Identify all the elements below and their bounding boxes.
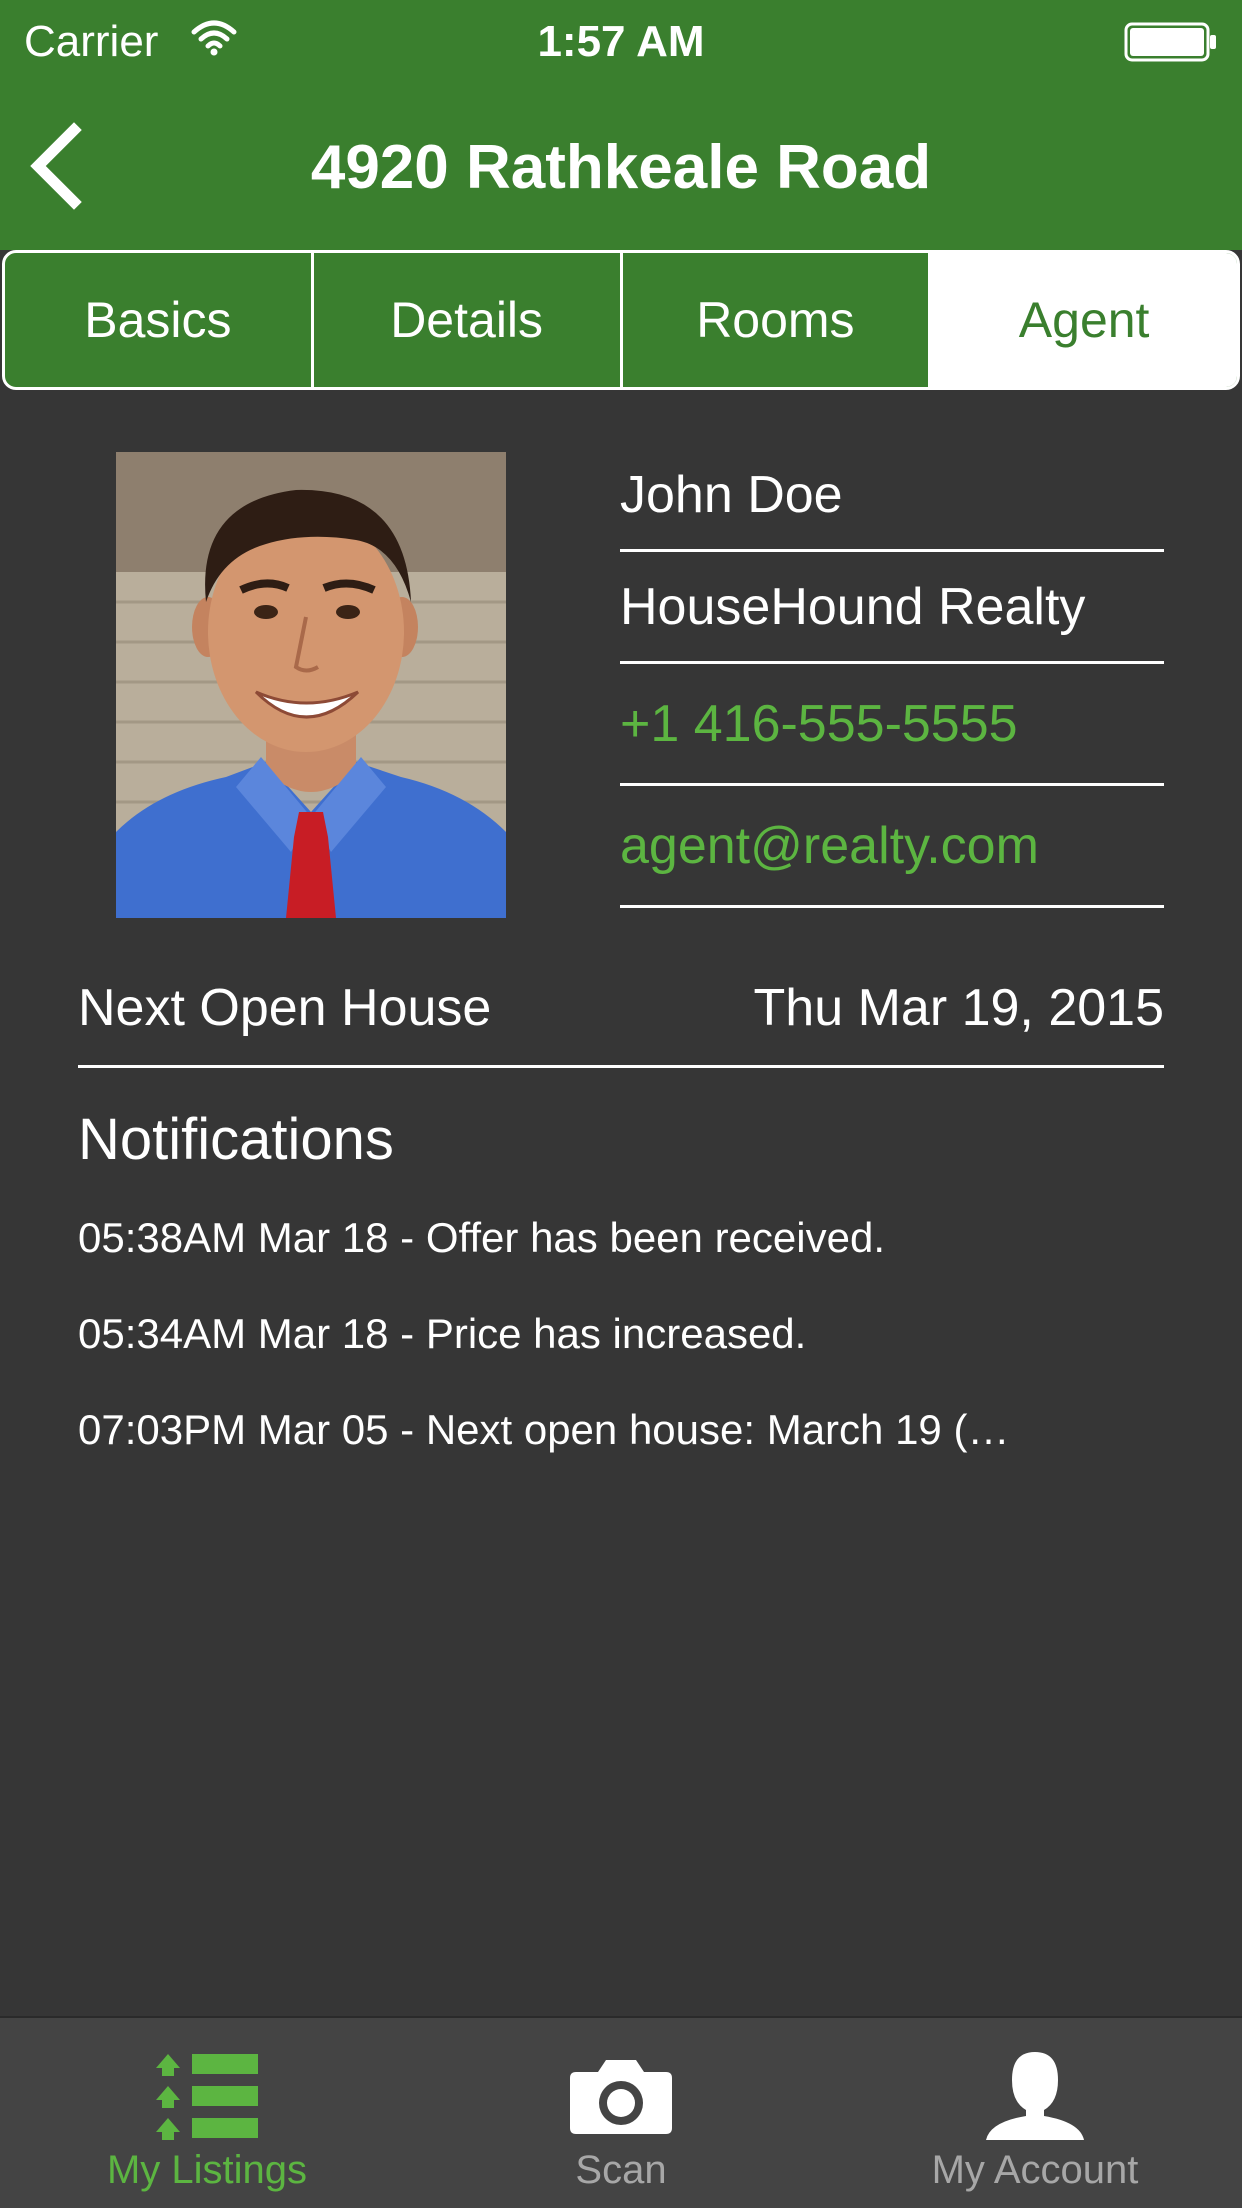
- notifications-list: 05:38AM Mar 18 - Offer has been received…: [78, 1210, 1164, 1498]
- segmented-control: Basics Details Rooms Agent: [2, 250, 1240, 390]
- tab-agent[interactable]: Agent: [931, 253, 1237, 387]
- tab-my-listings[interactable]: My Listings: [0, 2018, 414, 2208]
- open-house-date: Thu Mar 19, 2015: [753, 978, 1164, 1037]
- person-icon: [980, 2048, 1090, 2144]
- chevron-left-icon: [30, 122, 82, 210]
- agent-photo: [116, 452, 506, 918]
- battery-icon: [1124, 22, 1218, 62]
- tab-label: Scan: [575, 2148, 667, 2192]
- open-house-row: Next Open House Thu Mar 19, 2015: [78, 950, 1164, 1068]
- tab-rooms[interactable]: Rooms: [623, 253, 932, 387]
- tab-my-account[interactable]: My Account: [828, 2018, 1242, 2208]
- nav-bar: 4920 Rathkeale Road: [0, 86, 1242, 250]
- tab-label: My Listings: [106, 2148, 308, 2192]
- camera-icon: [566, 2048, 676, 2144]
- agent-name: John Doe: [620, 440, 1164, 552]
- notification-item: 05:34AM Mar 18 - Price has increased.: [78, 1310, 807, 1357]
- back-button[interactable]: [20, 116, 100, 216]
- status-time: 1:57 AM: [537, 17, 705, 66]
- agent-info: John Doe HouseHound Realty +1 416-555-55…: [620, 440, 1164, 908]
- notification-item: 07:03PM Mar 05 - Next open house: March …: [78, 1406, 1010, 1453]
- tab-details[interactable]: Details: [314, 253, 623, 387]
- app-screen: Carrier 1:57 AM 4920 Rathkeale Road Basi…: [0, 0, 1242, 2208]
- tab-bar: My Listings Scan My Account: [0, 2016, 1242, 2208]
- notifications-title: Notifications: [78, 1107, 394, 1172]
- agent-company: HouseHound Realty: [620, 552, 1164, 664]
- tab-basics[interactable]: Basics: [5, 253, 314, 387]
- listings-icon: [152, 2048, 262, 2144]
- agent-phone-link[interactable]: +1 416-555-5555: [620, 664, 1164, 786]
- page-title: 4920 Rathkeale Road: [310, 133, 932, 202]
- tab-scan[interactable]: Scan: [414, 2018, 828, 2208]
- open-house-label: Next Open House: [78, 978, 492, 1037]
- status-bar: Carrier 1:57 AM: [0, 0, 1242, 86]
- tab-label: My Account: [931, 2148, 1139, 2192]
- notification-item: 05:38AM Mar 18 - Offer has been received…: [78, 1214, 885, 1261]
- agent-email-link[interactable]: agent@realty.com: [620, 786, 1164, 908]
- header: Carrier 1:57 AM 4920 Rathkeale Road: [0, 0, 1242, 250]
